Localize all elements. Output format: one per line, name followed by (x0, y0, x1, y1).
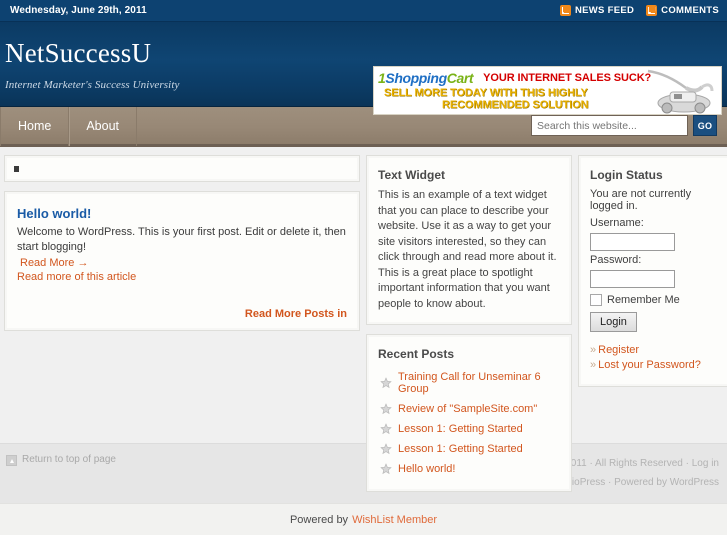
bullet-marker-icon (14, 165, 19, 172)
login-status-text: You are not currently logged in. (590, 188, 692, 212)
wishlist-member-link[interactable]: WishList Member (352, 514, 437, 526)
username-label: Username: (590, 217, 644, 229)
read-more-article-link[interactable]: Read more of this article (17, 271, 347, 283)
star-icon (380, 423, 392, 435)
list-item[interactable]: Lesson 1: Getting Started (378, 419, 560, 439)
news-feed-link[interactable]: NEWS FEED (559, 5, 635, 16)
password-label: Password: (590, 254, 642, 266)
powered-by-text: Powered by (289, 513, 349, 526)
search-form: GO (531, 115, 717, 136)
arrow-up-icon[interactable] (6, 455, 17, 466)
text-widget-title: Text Widget (378, 168, 446, 182)
rss-icon (646, 5, 658, 16)
site-title: NetSuccessU (5, 37, 152, 68)
search-input[interactable] (531, 115, 688, 136)
site-header: NetSuccessU Internet Marketer's Success … (0, 22, 727, 115)
recent-post-link[interactable]: Hello world! (398, 463, 455, 475)
password-input[interactable] (590, 270, 675, 288)
recent-posts-title: Recent Posts (378, 347, 455, 361)
news-feed-label: NEWS FEED (574, 5, 635, 16)
star-icon (380, 403, 392, 415)
post-article: Hello world! Welcome to WordPress. This … (4, 191, 360, 331)
nav-item-home[interactable]: Home (0, 105, 70, 146)
recent-posts-list: Training Call for Unseminar 6 Group Revi… (378, 367, 560, 479)
page-body: Hello world! Welcome to WordPress. This … (0, 147, 727, 492)
remember-me-checkbox[interactable] (590, 294, 602, 306)
login-meta-links: » Register » Lost your Password? (590, 344, 718, 371)
shoppingcart-logo: 1ShoppingCart (378, 70, 474, 86)
remember-me-row[interactable]: Remember Me (590, 294, 718, 306)
list-item[interactable]: Lesson 1: Getting Started (378, 439, 560, 459)
comments-label: COMMENTS (661, 5, 719, 16)
search-go-button[interactable]: GO (693, 115, 717, 136)
lost-password-link[interactable]: » Lost your Password? (590, 359, 718, 371)
login-status-widget: Login Status You are not currently logge… (578, 155, 727, 387)
nav-item-list: Home About (0, 105, 138, 146)
recent-post-link[interactable]: Lesson 1: Getting Started (398, 443, 523, 455)
content-column: Hello world! Welcome to WordPress. This … (4, 155, 360, 443)
recent-posts-widget: Recent Posts Training Call for Unseminar… (366, 334, 572, 492)
branding[interactable]: NetSuccessU Internet Marketer's Success … (0, 38, 179, 91)
chevron-right-icon: » (590, 344, 597, 356)
nav-item-about[interactable]: About (69, 105, 138, 146)
register-link[interactable]: » Register (590, 344, 718, 356)
return-to-top-link[interactable]: Return to top of page (22, 454, 116, 465)
username-input[interactable] (590, 233, 675, 251)
chevron-right-icon: » (590, 359, 597, 371)
footer-left: Return to top of page (6, 454, 116, 503)
list-item[interactable]: Training Call for Unseminar 6 Group (378, 367, 560, 399)
login-button[interactable]: Login (590, 312, 637, 332)
text-widget-body: This is an example of a text widget that… (378, 189, 557, 310)
middle-sidebar: Text Widget This is an example of a text… (366, 155, 572, 492)
content-top-widget (4, 155, 360, 182)
ad-logo-cart: Cart (446, 70, 474, 86)
right-sidebar: Login Status You are not currently logge… (578, 155, 727, 443)
ad-logo-shopping: Shopping (385, 70, 447, 86)
star-icon (380, 463, 392, 475)
site-footer: Return to top of page Copyright © 2011 ·… (0, 443, 727, 503)
recent-post-link[interactable]: Lesson 1: Getting Started (398, 423, 523, 435)
recent-post-link[interactable]: Training Call for Unseminar 6 Group (398, 371, 560, 395)
list-item[interactable]: Review of "SampleSite.com" (378, 399, 560, 419)
star-icon (380, 443, 392, 455)
remember-me-label: Remember Me (607, 294, 680, 306)
post-title[interactable]: Hello world! (17, 206, 347, 221)
read-more-posts-link[interactable]: Read More Posts in (245, 308, 347, 320)
current-date: Wednesday, June 29th, 2011 (10, 5, 147, 16)
top-bar-links: NEWS FEED COMMENTS (559, 5, 719, 16)
rss-icon (559, 5, 571, 16)
site-description: Internet Marketer's Success University (5, 78, 180, 91)
ad-headline: YOUR INTERNET SALES SUCK? (483, 72, 652, 84)
text-widget: Text Widget This is an example of a text… (366, 155, 572, 325)
bottom-bar: Powered by WishList Member (0, 503, 727, 535)
register-link-label: Register (598, 344, 640, 356)
login-widget-title: Login Status (590, 168, 663, 182)
comments-feed-link[interactable]: COMMENTS (646, 5, 719, 16)
header-banner-ad[interactable]: 1ShoppingCart YOUR INTERNET SALES SUCK? … (373, 66, 722, 115)
post-excerpt: Welcome to WordPress. This is your first… (17, 226, 346, 253)
star-icon (380, 377, 392, 389)
vacuum-cleaner-icon (647, 69, 714, 114)
recent-post-link[interactable]: Review of "SampleSite.com" (398, 403, 537, 415)
top-utility-bar: Wednesday, June 29th, 2011 NEWS FEED COM… (0, 0, 727, 22)
list-item[interactable]: Hello world! (378, 459, 560, 479)
lost-password-label: Lost your Password? (598, 359, 701, 371)
read-more-link[interactable]: Read More → (17, 257, 347, 269)
